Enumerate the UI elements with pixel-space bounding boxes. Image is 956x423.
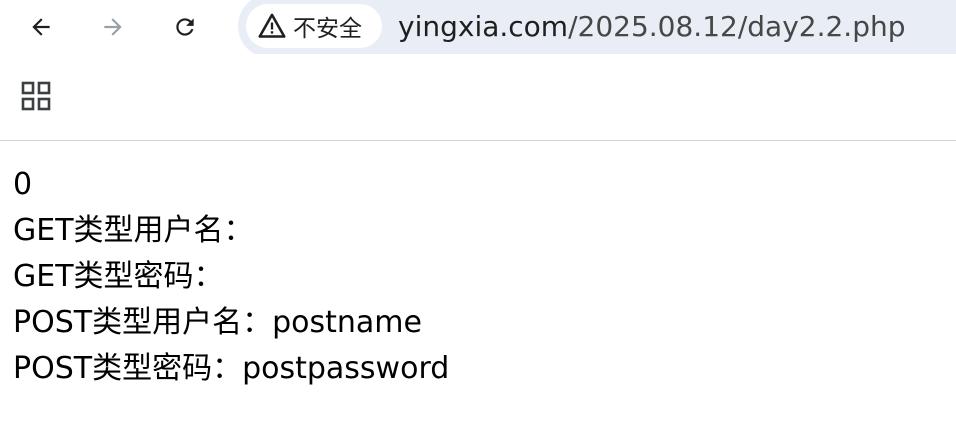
security-chip[interactable]: 不安全: [246, 4, 382, 48]
url-host: yingxia.com: [398, 10, 569, 43]
url-text[interactable]: yingxia.com/2025.08.12/day2.2.php: [398, 7, 906, 47]
warning-triangle-icon: [257, 11, 287, 41]
back-button[interactable]: [22, 8, 60, 46]
output-line-post-username: POST类型用户名：postname: [13, 305, 422, 340]
output-line-get-password: GET类型密码：: [13, 259, 224, 294]
browser-toolbar: 不安全 yingxia.com/2025.08.12/day2.2.php: [0, 0, 956, 58]
output-line-post-password: POST类型密码：postpassword: [13, 351, 450, 386]
reload-icon: [172, 14, 198, 40]
forward-button[interactable]: [94, 8, 132, 46]
apps-grid-icon: [20, 80, 52, 116]
apps-button[interactable]: [16, 78, 56, 118]
arrow-left-icon: [28, 14, 54, 40]
url-path: /2025.08.12/day2.2.php: [568, 10, 906, 43]
output-line-get-username: GET类型用户名：: [13, 213, 254, 248]
output-line-count: 0: [13, 167, 33, 202]
reload-button[interactable]: [166, 8, 204, 46]
page-content: 0 GET类型用户名： GET类型密码： POST类型用户名：postname …: [13, 162, 449, 392]
security-label: 不安全: [293, 16, 362, 42]
bookmarks-bar: [0, 54, 956, 141]
arrow-right-icon: [100, 14, 126, 40]
